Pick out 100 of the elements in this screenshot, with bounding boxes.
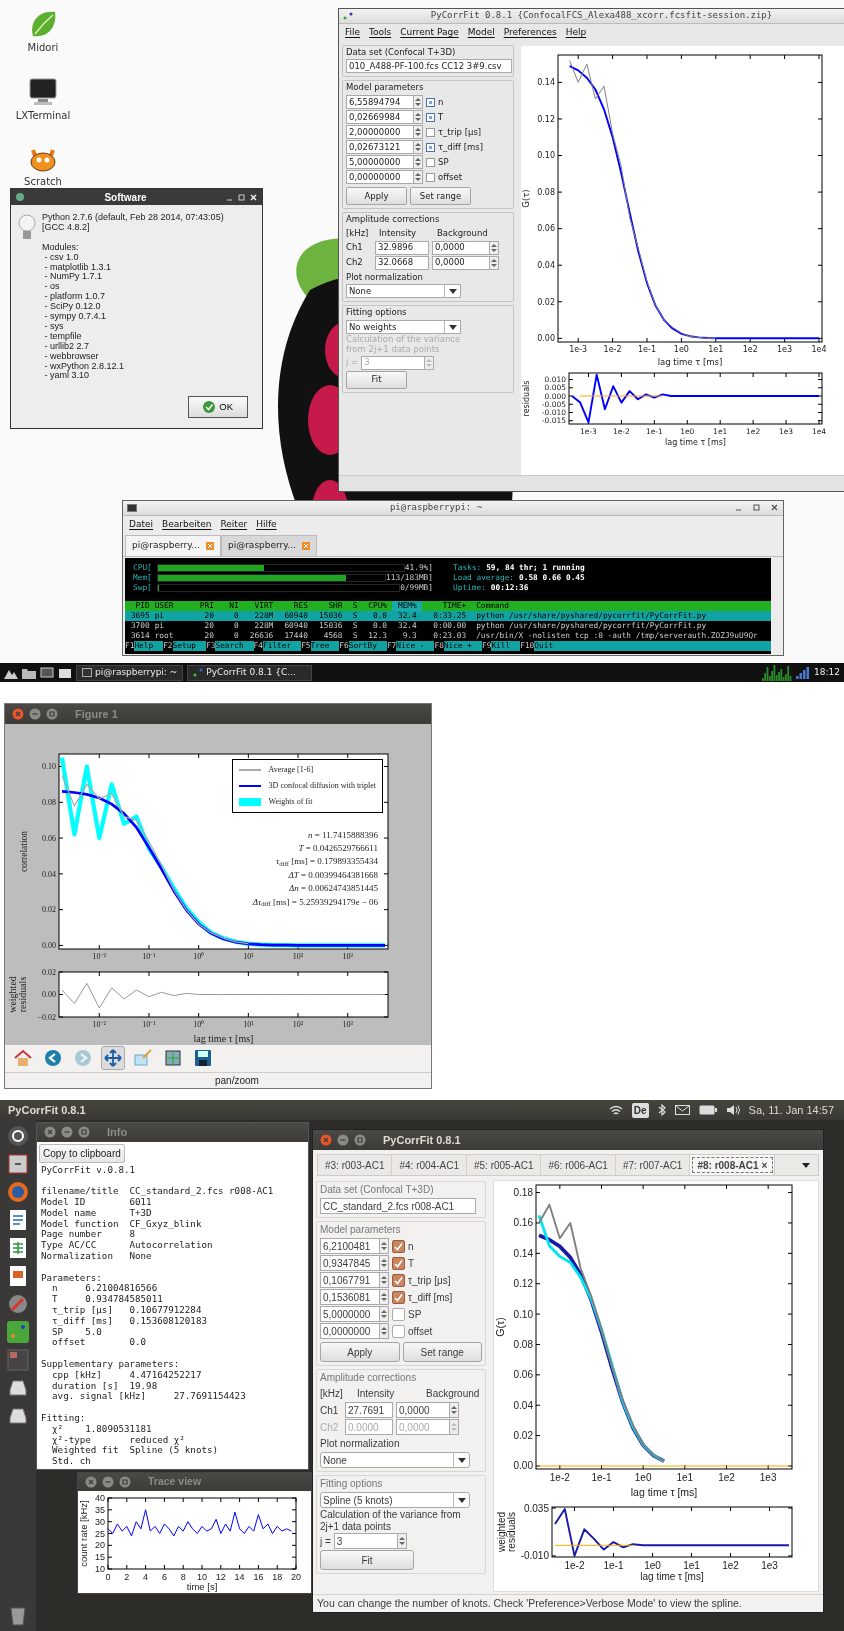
tick-label: 1e2 [722,1560,739,1571]
fit-result-text: Δn = 0.00624743851445 [288,882,378,896]
tick-label: 0.06 [513,1369,533,1381]
info-line: τ_trip [μs] 0.10677912284 [51,1305,203,1316]
tick-label: 0.06 [537,223,555,233]
field-label: Plot normalization [346,270,424,284]
tick-label: 6 [161,1571,167,1582]
group-title: Fitting options [346,306,408,319]
column-header: Background [437,226,488,240]
module-item: - wxPython 2.8.12.1 [43,361,126,372]
tick-label: 16 [253,1571,264,1582]
info-line: τ_diff [ms] 0.153608120183 [51,1315,208,1327]
tick-label: 1e-2 [549,1472,570,1483]
tick-label: -0.010 [520,1550,549,1562]
tick-label: 20 [95,1540,105,1551]
legend-label: Average [1-6] [268,763,314,776]
axis-title: correlation [19,830,29,872]
tick-label: 18 [272,1571,283,1582]
tick-label: 35 [95,1504,105,1515]
fit-result-text: T = 0.0426529766611 [298,842,378,855]
tick-label: 10 [197,1571,207,1582]
column-header: Intensity [379,226,417,240]
group-title: Model parameters [346,81,425,94]
window-title: PyCorrFit 0.8.1 [383,1132,461,1148]
field-label: j = [320,1534,331,1549]
axis-title: weighted residuals [7,975,28,1013]
channel-label: Ch1 [320,1403,340,1418]
window-title: pi@raspberrypi: ~ [388,501,484,514]
column-header: Intensity [357,1387,396,1401]
version-text: Python 2.7.6 (default, Feb 28 2014, 07:43:05) [42,213,224,223]
tick-label: 10⁻² [92,1019,106,1029]
tick-label: 1e0 [634,1472,652,1483]
tick-label: 0.04 [42,869,56,879]
parameter-label: τ_diff [ms] [408,1290,453,1305]
column-header: Background [426,1387,480,1401]
tick-label: 0.10 [42,761,56,771]
status-text: pan/zoom [215,1074,259,1088]
info-line: avg. signal [kHz] 27.7691154423 [51,1391,247,1403]
channel-label: Ch2 [320,1420,340,1435]
tick-label: 1e0 [673,344,689,354]
tick-label: 0.06 [42,833,56,843]
info-line: n 6.21004816566 [51,1283,159,1295]
info-line: Weighted fit Spline (5 knots) [51,1445,219,1457]
tick-label: 0.00 [513,1460,533,1472]
tick-label: 0 [105,1571,111,1582]
tick-label: 0.08 [42,797,56,807]
window-title: Software [103,190,148,205]
tick-label: 12 [215,1571,226,1582]
module-item: - matplotlib 1.3.1 [43,262,113,273]
window-title: Trace view [148,1474,202,1490]
tick-label: 8 [180,1571,186,1582]
fit-result-text: n = 11.7415888396 [308,828,378,842]
window-title: Info [107,1125,128,1141]
tick-label: 0.035 [523,1502,549,1514]
tick-label: 10² [292,1019,304,1029]
tick-label: 1e2 [742,344,758,354]
module-item: - NumPy 1.7.1 [43,272,104,283]
tick-label: 10⁻² [92,951,106,961]
parameter-label: τ_trip [μs] [438,125,482,139]
module-item: - SciPy 0.12.0 [43,302,102,313]
tick-label: 10⁻¹ [142,951,156,961]
tick-label: 0.14 [513,1247,533,1259]
module-item: - platform 1.0.7 [43,292,107,303]
tick-label: 0.00 [42,989,56,999]
parameter-label: T [408,1256,415,1271]
module-item: - sympy 0.7.4.1 [43,312,108,322]
tick-label: 0.08 [537,187,555,197]
app-title: PyCorrFit 0.8.1 [8,1102,87,1118]
info-line: duration [s] 19.98 [51,1380,159,1392]
tick-label: 0.02 [42,967,56,977]
info-line: cpp [kHz] 4.47164252217 [52,1369,203,1381]
clock: 18:12 [814,665,840,679]
tick-label: 1e-2 [564,1560,585,1571]
axis-title: lag time τ [ms] [193,1032,254,1044]
tick-label: 10 [95,1564,105,1574]
info-line: Fitting: [41,1413,87,1424]
tick-label: 10³ [342,1019,353,1029]
group-title: Data set (Confocal T+3D) [320,1183,435,1197]
axis-title: time [s] [186,1580,218,1592]
info-line: Normalization None [41,1251,153,1262]
tick-label: 25 [95,1528,105,1539]
tick-label: 0.10 [513,1308,533,1320]
tick-label: 10³ [342,951,353,961]
tick-label: 14 [234,1571,245,1582]
module-item: - tempfile [43,331,83,342]
tick-label: 0.12 [513,1278,533,1290]
tick-label: 1e-2 [603,344,622,354]
axis-title: lag time τ [ms] [640,1571,704,1582]
fit-result-text: τ$_{diff}$ [ms] = 0.179893355434 [276,855,378,869]
info-line: PyCorrFit v.0.8.1 [41,1164,137,1176]
column-header: [kHz] [346,226,370,240]
info-line: Std. ch [51,1456,92,1467]
module-item: - csv 1.0 [43,252,80,263]
legend-label: Weights of fit [268,795,313,808]
info-line: χ²-type reduced χ² [51,1434,186,1446]
tick-label: 0.18 [513,1187,533,1199]
info-line: filename/title CC_standard_2.fcs r008-AC1 [41,1186,275,1198]
tick-label: 0.02 [537,297,555,307]
axis-title: weighted residuals [496,1512,517,1552]
tick-label: 0.12 [537,114,555,124]
